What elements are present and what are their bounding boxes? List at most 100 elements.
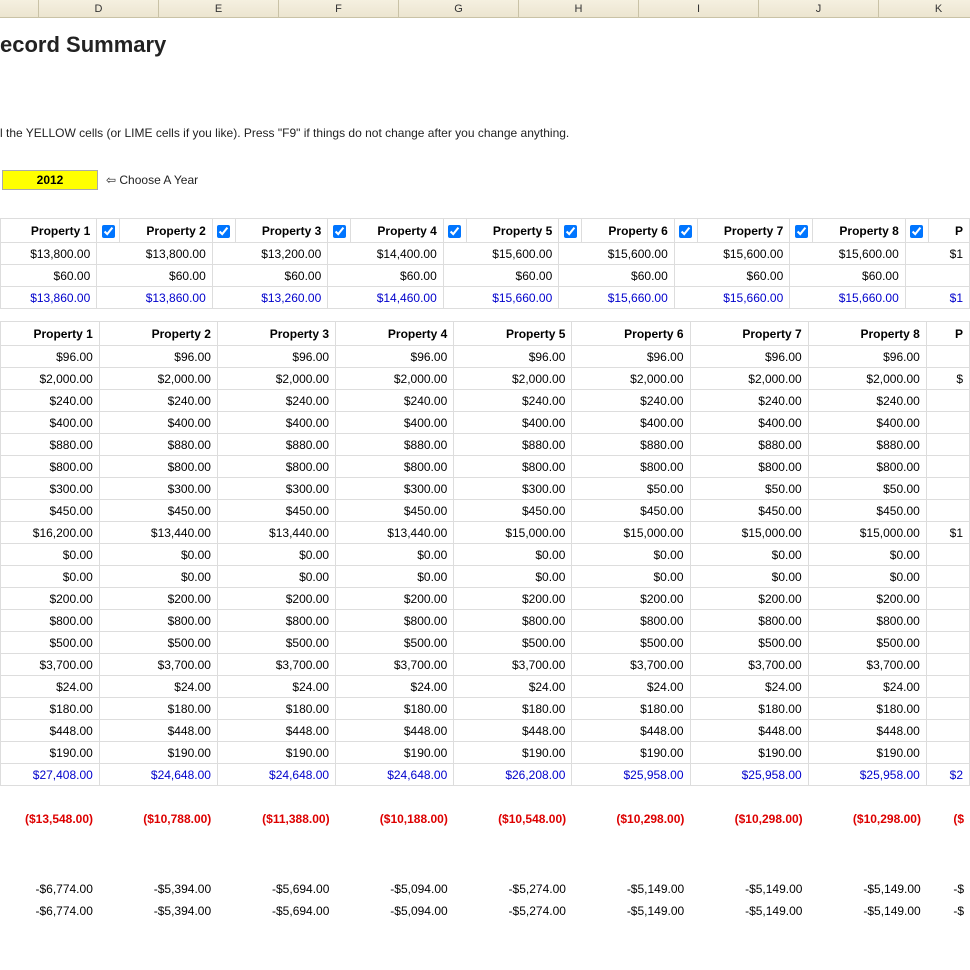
cell[interactable]: -$5,694.00: [217, 900, 335, 922]
cell[interactable]: $24.00: [454, 676, 572, 698]
cell[interactable]: $880.00: [217, 434, 335, 456]
cell[interactable]: $60.00: [235, 265, 328, 287]
cell[interactable]: $450.00: [99, 500, 217, 522]
cell[interactable]: $0.00: [572, 566, 690, 588]
cell[interactable]: $25,958.00: [808, 764, 926, 786]
cell[interactable]: -$5,694.00: [217, 878, 335, 900]
cell[interactable]: $448.00: [336, 720, 454, 742]
cell[interactable]: $880.00: [99, 434, 217, 456]
cell[interactable]: $180.00: [336, 698, 454, 720]
col-header[interactable]: G: [399, 0, 519, 17]
cell[interactable]: $96.00: [808, 346, 926, 368]
cell[interactable]: $15,000.00: [572, 522, 690, 544]
cell[interactable]: $24.00: [217, 676, 335, 698]
cell[interactable]: $240.00: [336, 390, 454, 412]
cell[interactable]: -$5,274.00: [454, 878, 572, 900]
cell[interactable]: $2,000.00: [808, 368, 926, 390]
cell[interactable]: $24.00: [690, 676, 808, 698]
table1-header[interactable]: Property 7: [697, 219, 790, 243]
cell[interactable]: $200.00: [1, 588, 100, 610]
cell[interactable]: $0.00: [454, 566, 572, 588]
cell[interactable]: $200.00: [808, 588, 926, 610]
cell[interactable]: $400.00: [336, 412, 454, 434]
include-checkbox-cell[interactable]: [905, 219, 928, 243]
cell[interactable]: $13,800.00: [1, 243, 97, 265]
cell[interactable]: $880.00: [808, 434, 926, 456]
cell[interactable]: $2,000.00: [454, 368, 572, 390]
net-loss-cell[interactable]: ($10,188.00): [336, 808, 454, 830]
cell[interactable]: -$6,774.00: [0, 900, 99, 922]
cell[interactable]: $24.00: [336, 676, 454, 698]
include-checkbox[interactable]: [910, 225, 923, 238]
cell[interactable]: $500.00: [808, 632, 926, 654]
cell[interactable]: $60.00: [466, 265, 559, 287]
cell[interactable]: $200.00: [336, 588, 454, 610]
cell[interactable]: $96.00: [336, 346, 454, 368]
net-loss-cell[interactable]: ($10,298.00): [690, 808, 808, 830]
cell[interactable]: $15,600.00: [813, 243, 906, 265]
net-loss-cell[interactable]: ($13,548.00): [0, 808, 99, 830]
cell[interactable]: $2,000.00: [1, 368, 100, 390]
cell[interactable]: [926, 434, 969, 456]
cell[interactable]: $2,000.00: [572, 368, 690, 390]
cell[interactable]: $15,000.00: [690, 522, 808, 544]
cell[interactable]: $300.00: [1, 478, 100, 500]
cell[interactable]: $2,000.00: [336, 368, 454, 390]
include-checkbox-cell[interactable]: [443, 219, 466, 243]
cell[interactable]: $448.00: [99, 720, 217, 742]
cell[interactable]: $96.00: [454, 346, 572, 368]
cell[interactable]: $450.00: [336, 500, 454, 522]
cell[interactable]: $240.00: [1, 390, 100, 412]
cell[interactable]: $800.00: [99, 610, 217, 632]
table1-header[interactable]: Property 8: [813, 219, 906, 243]
table1-header[interactable]: P: [928, 219, 969, 243]
cell[interactable]: $400.00: [690, 412, 808, 434]
cell[interactable]: -$5,394.00: [99, 900, 217, 922]
cell[interactable]: [926, 390, 969, 412]
cell[interactable]: $800.00: [454, 456, 572, 478]
include-checkbox-cell[interactable]: [212, 219, 235, 243]
cell[interactable]: $24.00: [1, 676, 100, 698]
cell[interactable]: $0.00: [808, 566, 926, 588]
cell[interactable]: $500.00: [336, 632, 454, 654]
table2-header[interactable]: Property 7: [690, 322, 808, 346]
cell[interactable]: $300.00: [99, 478, 217, 500]
cell[interactable]: $0.00: [99, 566, 217, 588]
table2-header[interactable]: Property 1: [1, 322, 100, 346]
cell[interactable]: $200.00: [690, 588, 808, 610]
cell[interactable]: $880.00: [454, 434, 572, 456]
cell[interactable]: $96.00: [1, 346, 100, 368]
cell[interactable]: $24,648.00: [336, 764, 454, 786]
cell[interactable]: $400.00: [454, 412, 572, 434]
table1-header[interactable]: Property 6: [582, 219, 675, 243]
cell[interactable]: [926, 478, 969, 500]
cell[interactable]: $3,700.00: [99, 654, 217, 676]
cell[interactable]: $448.00: [808, 720, 926, 742]
cell[interactable]: [926, 742, 969, 764]
cell[interactable]: $180.00: [217, 698, 335, 720]
cell[interactable]: [926, 412, 969, 434]
cell[interactable]: -$5,149.00: [808, 878, 926, 900]
cell[interactable]: $450.00: [808, 500, 926, 522]
cell[interactable]: $190.00: [690, 742, 808, 764]
cell[interactable]: $400.00: [217, 412, 335, 434]
cell[interactable]: $240.00: [808, 390, 926, 412]
cell[interactable]: $450.00: [1, 500, 100, 522]
cell[interactable]: [926, 588, 969, 610]
net-loss-cell[interactable]: ($10,788.00): [99, 808, 217, 830]
cell[interactable]: $180.00: [1, 698, 100, 720]
cell[interactable]: $500.00: [572, 632, 690, 654]
include-checkbox[interactable]: [795, 225, 808, 238]
cell[interactable]: $60.00: [1, 265, 97, 287]
cell[interactable]: [926, 698, 969, 720]
table2-header[interactable]: Property 8: [808, 322, 926, 346]
cell[interactable]: $13,800.00: [120, 243, 213, 265]
cell[interactable]: $180.00: [690, 698, 808, 720]
cell[interactable]: $3,700.00: [336, 654, 454, 676]
cell[interactable]: $15,600.00: [466, 243, 559, 265]
cell[interactable]: $800.00: [336, 610, 454, 632]
cell[interactable]: $13,860.00: [1, 287, 97, 309]
cell[interactable]: $15,660.00: [813, 287, 906, 309]
cell[interactable]: $190.00: [808, 742, 926, 764]
cell[interactable]: $180.00: [808, 698, 926, 720]
